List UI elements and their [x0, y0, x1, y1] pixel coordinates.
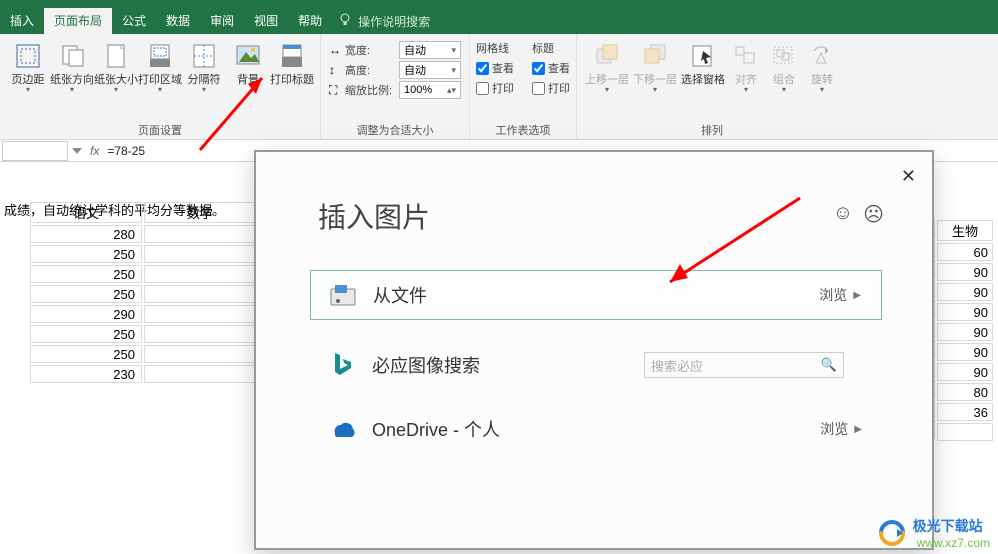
gridlines-view-checkbox[interactable]	[476, 62, 489, 75]
bing-icon	[324, 351, 360, 379]
lightbulb-icon	[338, 13, 352, 30]
send-backward-button: 下移一层▾	[631, 36, 679, 94]
selection-pane-button[interactable]: 选择窗格	[679, 36, 727, 87]
background-button[interactable]: 背景	[226, 36, 270, 87]
print-area-button[interactable]: 打印区域▾	[138, 36, 182, 94]
height-label: 高度:	[345, 62, 399, 78]
headings-print-checkbox[interactable]	[532, 82, 545, 95]
width-label: 宽度:	[345, 42, 399, 58]
scale-input[interactable]: 100%▴▾	[399, 81, 461, 99]
group-label-arrange: 排列	[583, 123, 841, 139]
tab-data[interactable]: 数据	[156, 8, 200, 34]
group-scale-to-fit: ↔ 宽度: 自动▾ ↕ 高度: 自动▾ ⛶ 缩放比例: 100%▴▾ 调整为合适…	[321, 34, 470, 139]
group-label-page-setup: 页面设置	[6, 123, 314, 139]
headings-view-checkbox[interactable]	[532, 62, 545, 75]
tab-help[interactable]: 帮助	[288, 8, 332, 34]
search-icon: 🔍	[821, 357, 837, 373]
group-sheet-options: 网格线 查看 打印 标题 查看 打印 工作表选项	[470, 34, 577, 139]
height-arrows-icon: ↕	[329, 63, 345, 77]
rotate-button: 旋转▾	[803, 36, 841, 94]
width-dropdown[interactable]: 自动▾	[399, 41, 461, 59]
from-file-option[interactable]: 从文件 浏览▶	[310, 270, 882, 320]
send-backward-icon	[639, 40, 671, 72]
tab-formulas[interactable]: 公式	[112, 8, 156, 34]
group-label-sheetopt: 工作表选项	[476, 123, 570, 139]
browse-from-file[interactable]: 浏览	[819, 285, 847, 305]
from-file-icon	[325, 283, 361, 307]
breaks-button[interactable]: 分隔符▾	[182, 36, 226, 94]
onedrive-icon	[324, 419, 360, 439]
col-header-B: 数学	[144, 202, 256, 223]
group-icon	[768, 40, 800, 72]
align-icon	[730, 40, 762, 72]
headings-label: 标题	[532, 38, 570, 58]
ribbon-tabs: 插入 页面布局 公式 数据 审阅 视图 帮助 操作说明搜索	[0, 8, 998, 34]
size-button[interactable]: 纸张大小▾	[94, 36, 138, 94]
dialog-title: 插入图片	[318, 196, 430, 236]
col-header-A: 语文	[30, 202, 142, 223]
scale-label: 缩放比例:	[345, 82, 399, 98]
group-button: 组合▾	[765, 36, 803, 94]
group-page-setup: 页边距▾ 纸张方向▾ 纸张大小▾ 打印区域▾ 分隔符▾ 背景	[0, 34, 321, 139]
watermark-logo-icon	[875, 519, 909, 547]
print-titles-icon	[276, 40, 308, 72]
width-arrows-icon: ↔	[329, 43, 345, 57]
col-header-right: 生物	[937, 220, 993, 241]
smile-icon[interactable]: ☺	[833, 202, 853, 227]
right-data-table[interactable]: 生物 60 90 90 90 90 90 90 80 36	[935, 218, 995, 443]
bring-forward-button: 上移一层▾	[583, 36, 631, 94]
tab-view[interactable]: 视图	[244, 8, 288, 34]
height-dropdown[interactable]: 自动▾	[399, 61, 461, 79]
onedrive-option[interactable]: OneDrive - 个人 浏览▶	[310, 404, 882, 454]
gridlines-label: 网格线	[476, 38, 514, 58]
align-button: 对齐▾	[727, 36, 765, 94]
browse-onedrive[interactable]: 浏览	[820, 419, 848, 439]
print-titles-button[interactable]: 打印标题	[270, 36, 314, 87]
insert-picture-dialog: ✕ ☺ ☹ 插入图片 从文件 浏览▶ 必应图像搜索 搜索必应 🔍 OneDriv…	[254, 150, 934, 550]
dialog-close-button[interactable]: ✕	[901, 166, 916, 187]
margins-button[interactable]: 页边距▾	[6, 36, 50, 94]
bring-forward-icon	[591, 40, 623, 72]
size-icon	[100, 40, 132, 72]
group-label-scale: 调整为合适大小	[327, 123, 463, 139]
margins-icon	[12, 40, 44, 72]
bing-search-input[interactable]: 搜索必应 🔍	[644, 352, 844, 378]
background-icon	[232, 40, 264, 72]
bing-search-option[interactable]: 必应图像搜索 搜索必应 🔍	[310, 340, 882, 390]
fx-icon[interactable]: fx	[90, 144, 99, 158]
group-arrange: 上移一层▾ 下移一层▾ 选择窗格 对齐▾ 组合▾ 旋转▾	[577, 34, 847, 139]
left-data-table[interactable]: 语文数学 280 250 250 250 290 250 250 230	[28, 200, 258, 385]
formula-text[interactable]: =78-25	[107, 144, 145, 158]
orientation-button[interactable]: 纸张方向▾	[50, 36, 94, 94]
print-area-icon	[144, 40, 176, 72]
breaks-icon	[188, 40, 220, 72]
scale-icon: ⛶	[329, 83, 345, 98]
selection-pane-icon	[687, 40, 719, 72]
tab-insert[interactable]: 插入	[0, 8, 44, 34]
name-dropdown-icon[interactable]	[72, 146, 82, 156]
orientation-icon	[56, 40, 88, 72]
rotate-icon	[806, 40, 838, 72]
tab-review[interactable]: 审阅	[200, 8, 244, 34]
watermark: 极光下载站 www.xz7.com	[875, 516, 990, 550]
ribbon: 页边距▾ 纸张方向▾ 纸张大小▾ 打印区域▾ 分隔符▾ 背景	[0, 34, 998, 140]
tab-layout[interactable]: 页面布局	[44, 8, 112, 34]
name-box[interactable]	[2, 141, 68, 161]
gridlines-print-checkbox[interactable]	[476, 82, 489, 95]
frown-icon[interactable]: ☹	[863, 202, 884, 227]
tell-me-search[interactable]: 操作说明搜索	[338, 8, 430, 34]
